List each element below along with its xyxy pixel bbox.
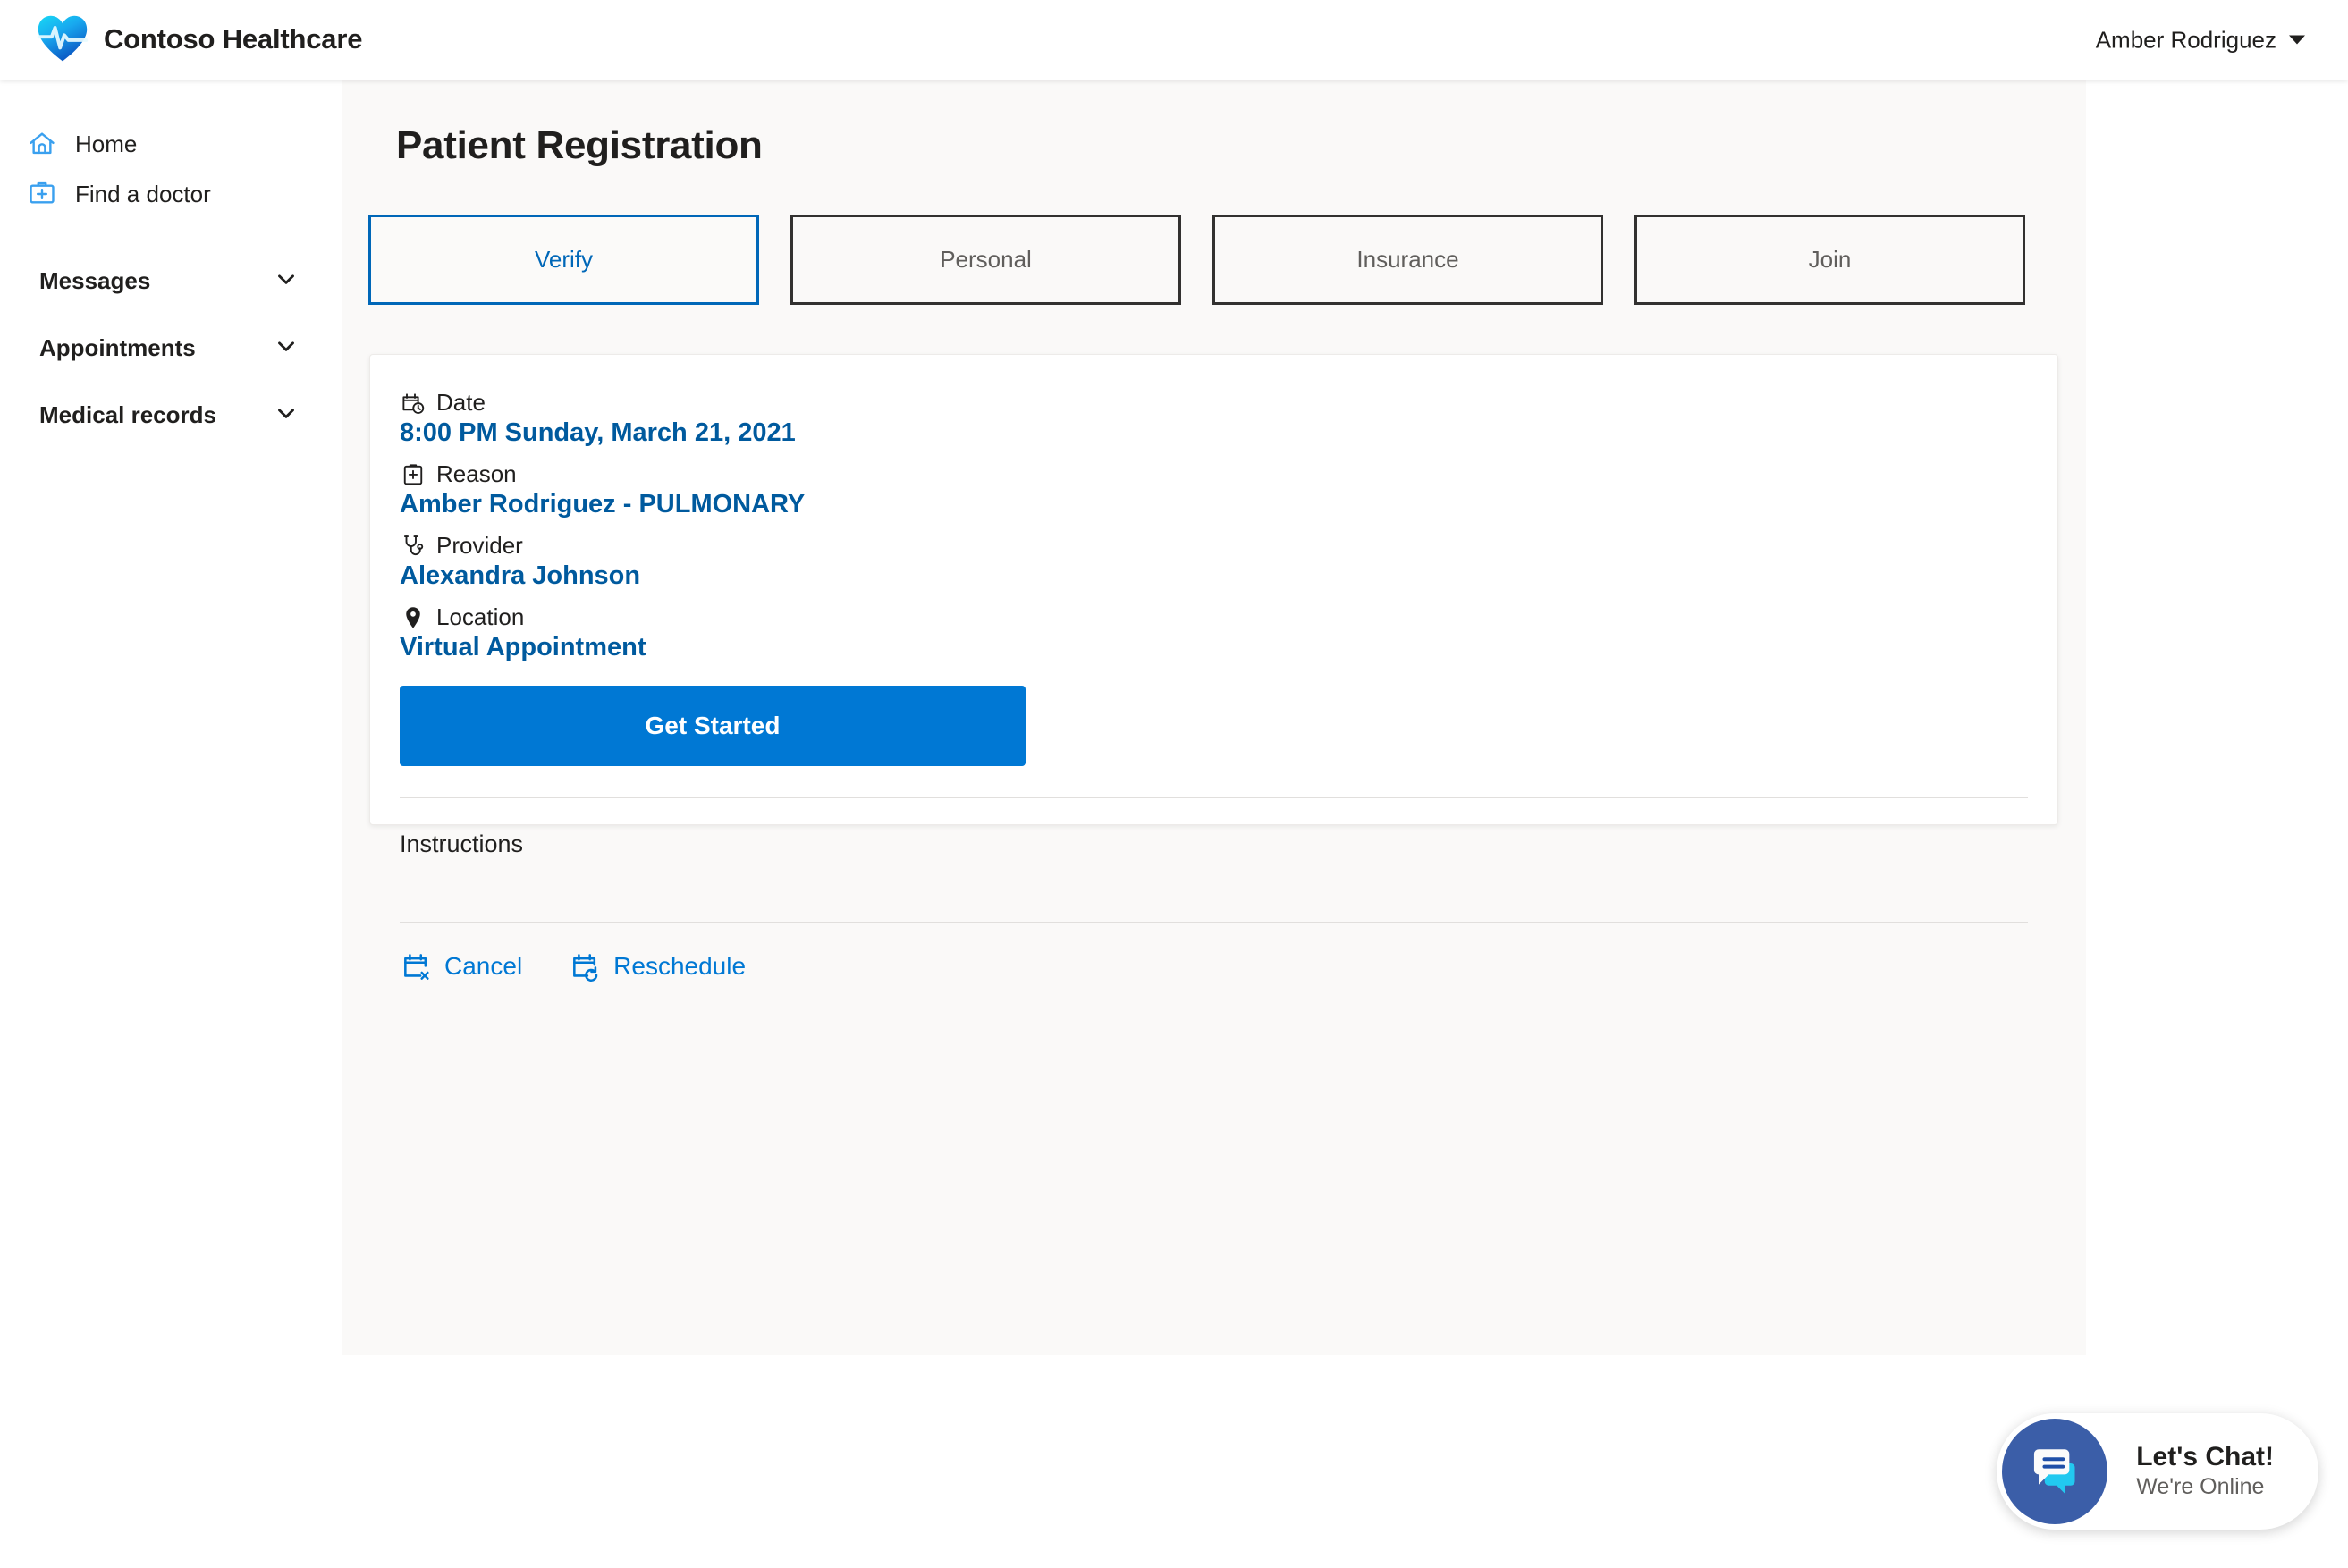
tab-label: Join [1808,246,1852,273]
home-icon [27,129,57,159]
chat-title: Let's Chat! [2136,1442,2274,1472]
sidebar-group-label: Appointments [39,334,196,361]
sidebar: Home Find a doctor Messages Appointments… [0,80,342,1568]
sidebar-item-find-a-doctor[interactable]: Find a doctor [0,169,342,219]
tab-insurance[interactable]: Insurance [1212,215,1603,305]
detail-row-location: Location Virtual Appointment [400,603,2028,662]
sidebar-group-messages[interactable]: Messages [0,248,342,315]
main-content: Patient Registration Verify Personal Ins… [342,80,2086,1355]
chevron-down-icon [2289,35,2305,45]
user-name: Amber Rodriguez [2095,26,2276,53]
clipboard-plus-icon [400,461,427,488]
tab-personal[interactable]: Personal [790,215,1181,305]
step-tabs: Verify Personal Insurance Join [368,215,2025,305]
tab-join[interactable]: Join [1634,215,2025,305]
reschedule-appointment-link[interactable]: Reschedule [569,949,746,983]
chevron-down-icon [273,333,300,364]
instructions-title: Instructions [400,830,524,857]
chat-widget[interactable]: Let's Chat! We're Online [1997,1413,2318,1530]
chat-subtitle: We're Online [2136,1473,2265,1499]
detail-value-provider[interactable]: Alexandra Johnson [400,561,2028,591]
sidebar-item-label: Find a doctor [75,180,211,207]
heart-pulse-logo-icon [36,13,89,66]
chat-text: Let's Chat! We're Online [2136,1442,2274,1501]
chat-bubbles-icon [2002,1419,2108,1524]
brand-name: Contoso Healthcare [104,23,363,55]
detail-value-date[interactable]: 8:00 PM Sunday, March 21, 2021 [400,418,2028,448]
detail-value-reason[interactable]: Amber Rodriguez - PULMONARY [400,490,2028,519]
get-started-button[interactable]: Get Started [400,686,1026,766]
page-title: Patient Registration [396,123,763,167]
sidebar-group-label: Messages [39,267,151,294]
appointment-card: Date 8:00 PM Sunday, March 21, 2021 Reas… [369,354,2058,982]
calendar-clock-icon [400,390,427,417]
chevron-down-icon [273,266,300,297]
app-header: Contoso Healthcare Amber Rodriguez [0,0,2348,80]
detail-label: Location [436,603,525,630]
tab-label: Insurance [1356,246,1459,273]
detail-label: Provider [436,532,523,559]
sidebar-item-home[interactable]: Home [0,119,342,169]
cancel-appointment-link[interactable]: Cancel [400,949,522,983]
action-label: Reschedule [613,952,747,980]
medical-bag-icon [27,179,57,209]
detail-value-location[interactable]: Virtual Appointment [400,633,2028,662]
card-actions: Cancel Reschedule [400,923,2028,983]
chevron-down-icon [273,400,300,431]
tab-label: Personal [940,246,1032,273]
user-menu[interactable]: Amber Rodriguez [2096,26,2305,54]
stethoscope-icon [400,533,427,560]
sidebar-item-label: Home [75,130,138,157]
sidebar-group-medical-records[interactable]: Medical records [0,382,342,449]
brand: Contoso Healthcare [36,13,362,66]
action-label: Cancel [444,952,523,980]
calendar-refresh-icon [569,949,603,983]
sidebar-group-label: Medical records [39,401,216,428]
sidebar-group-appointments[interactable]: Appointments [0,315,342,382]
detail-label: Reason [436,460,517,487]
detail-row-reason: Reason Amber Rodriguez - PULMONARY [400,460,2028,519]
detail-row-date: Date 8:00 PM Sunday, March 21, 2021 [400,389,2028,448]
map-pin-icon [400,604,427,631]
detail-label: Date [436,389,486,416]
calendar-cancel-icon [400,949,434,983]
tab-verify[interactable]: Verify [368,215,759,305]
detail-row-provider: Provider Alexandra Johnson [400,532,2028,591]
tab-label: Verify [534,246,594,273]
